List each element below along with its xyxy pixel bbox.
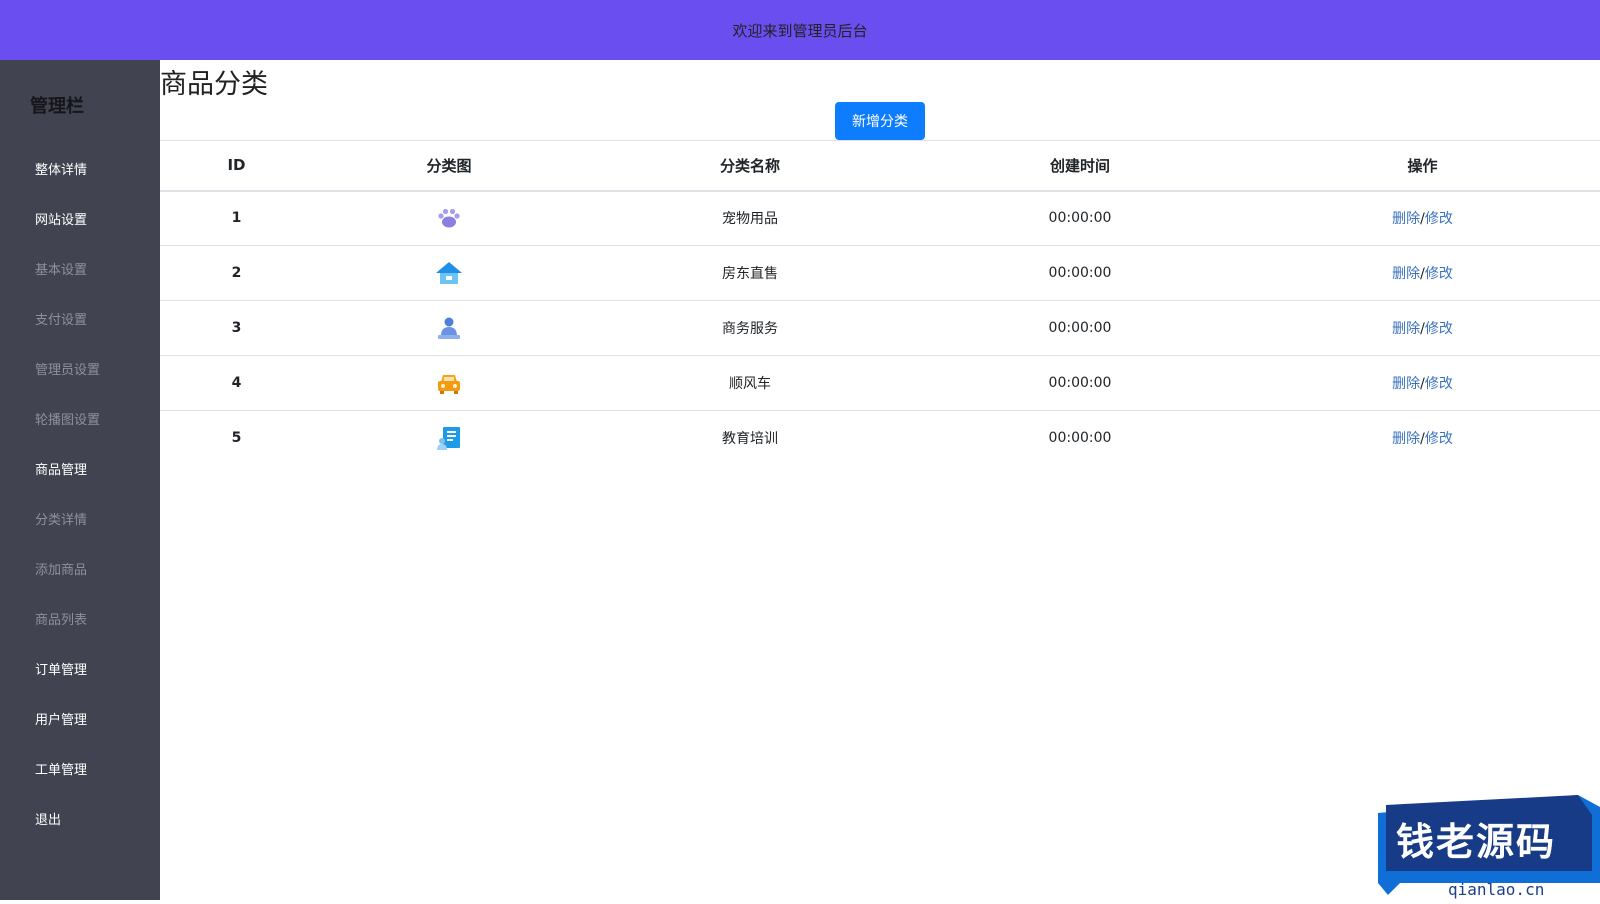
delete-link[interactable]: 删除 [1392,321,1420,337]
row-actions: 删除/修改 [1245,191,1600,246]
sidebar-item-product-list[interactable]: 商品列表 [35,609,87,628]
watermark-text: 钱老源码 [1396,820,1557,864]
column-header-actions: 操作 [1407,156,1438,175]
column-header-name: 分类名称 [719,156,780,175]
education-icon [437,427,460,451]
car-icon [438,375,460,394]
row-actions: 删除/修改 [1245,301,1600,356]
column-header-created-time: 创建时间 [1049,156,1110,175]
category-table: ID 分类图 分类名称 创建时间 操作 1 宠物用品 00:00:00 删除/修… [160,140,1600,466]
table-row: 3 商务服务 00:00:00 删除/修改 [160,301,1600,356]
row-name: 教育培训 [722,431,778,448]
row-id: 4 [231,375,242,391]
sidebar-item-carousel-settings[interactable]: 轮播图设置 [35,409,100,428]
delete-link[interactable]: 删除 [1392,266,1420,282]
sidebar-item-product-management[interactable]: 商品管理 [35,459,87,478]
row-created-time: 00:00:00 [1048,210,1112,227]
paw-icon [438,209,460,228]
sidebar-item-payment-settings[interactable]: 支付设置 [35,309,87,328]
row-created-time: 00:00:00 [1048,265,1112,281]
row-image-cell [313,246,585,301]
sidebar-title: 管理栏 [30,96,84,117]
top-header: 欢迎来到管理员后台 [0,0,1600,60]
row-name: 顺风车 [729,376,771,392]
business-person-icon [438,317,460,339]
page-title: 商品分类 [160,69,268,100]
row-name: 宠物用品 [722,211,778,228]
column-header-image: 分类图 [426,156,472,175]
sidebar-item-site-settings[interactable]: 网站设置 [35,209,87,228]
sidebar-item-add-product[interactable]: 添加商品 [35,559,87,578]
row-id: 1 [231,210,242,227]
column-header-id: ID [227,156,246,175]
row-created-time: 00:00:00 [1048,320,1112,336]
add-category-button[interactable]: 新增分类 [835,102,925,140]
sidebar-item-basic-settings[interactable]: 基本设置 [35,259,87,278]
table-row: 4 顺风车 00:00:00 删除/修改 [160,356,1600,411]
watermark-url: qianlao.cn [1448,880,1545,899]
row-actions: 删除/修改 [1245,246,1600,301]
row-id: 2 [231,265,242,281]
row-image-cell [313,301,585,356]
sidebar-item-overview[interactable]: 整体详情 [35,159,87,178]
table-row: 5 教育培训 00:00:00 删除/修改 [160,411,1600,466]
sidebar-item-category-details[interactable]: 分类详情 [35,509,87,528]
row-image-cell [313,191,585,246]
sidebar-item-logout[interactable]: 退出 [35,809,61,828]
sidebar-item-order-management[interactable]: 订单管理 [35,659,87,678]
edit-link[interactable]: 修改 [1425,376,1453,392]
sidebar-item-admin-settings[interactable]: 管理员设置 [35,359,100,378]
row-actions: 删除/修改 [1245,356,1600,411]
sidebar-item-ticket-management[interactable]: 工单管理 [35,759,87,778]
delete-link[interactable]: 删除 [1392,431,1420,447]
row-image-cell [313,356,585,411]
table-row: 1 宠物用品 00:00:00 删除/修改 [160,191,1600,246]
row-actions: 删除/修改 [1245,411,1600,466]
table-row: 2 房东直售 00:00:00 删除/修改 [160,246,1600,301]
delete-link[interactable]: 删除 [1392,376,1420,392]
edit-link[interactable]: 修改 [1425,211,1453,227]
row-id: 5 [231,430,242,447]
table-header-row: ID 分类图 分类名称 创建时间 操作 [160,140,1600,191]
row-id: 3 [231,320,242,336]
house-icon [436,262,462,284]
delete-link[interactable]: 删除 [1392,211,1420,227]
sidebar-item-user-management[interactable]: 用户管理 [35,709,87,728]
edit-link[interactable]: 修改 [1425,431,1453,447]
row-image-cell [313,411,585,466]
edit-link[interactable]: 修改 [1425,321,1453,337]
header-title: 欢迎来到管理员后台 [732,21,868,40]
sidebar: 管理栏 整体详情 网站设置 基本设置 支付设置 管理员设置 轮播图设置 商品管理… [0,60,160,900]
row-created-time: 00:00:00 [1048,430,1112,447]
main-content: 商品分类 新增分类 ID 分类图 分类名称 创建时间 操作 1 宠物用品 00:… [160,60,1600,900]
edit-link[interactable]: 修改 [1425,266,1453,282]
row-created-time: 00:00:00 [1048,375,1112,391]
watermark-logo: 钱老源码 qianlao.cn [1378,795,1600,900]
row-name: 商务服务 [722,321,778,337]
row-name: 房东直售 [722,266,778,282]
